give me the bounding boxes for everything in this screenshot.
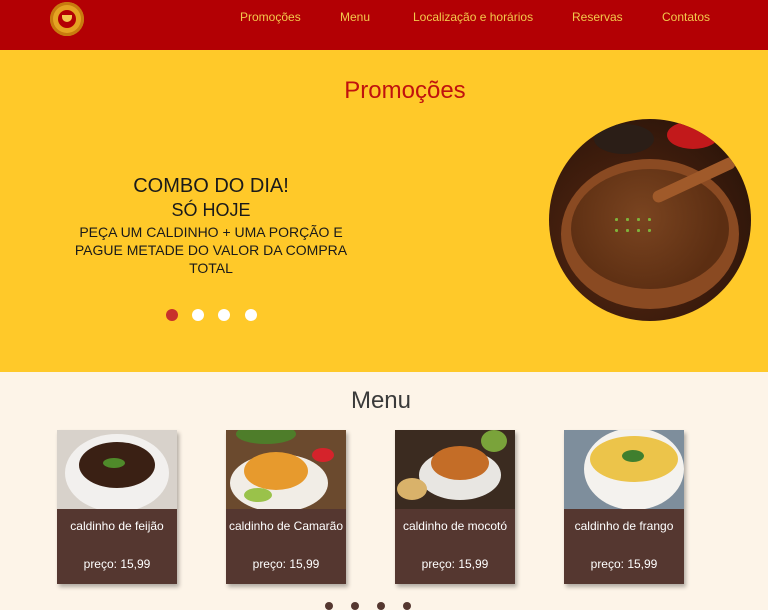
combo-title: COMBO DO DIA!	[133, 175, 289, 197]
promo-section: Promoções COMBO DO DIA! SÓ HOJE PEÇA UM …	[0, 50, 768, 372]
chili-bowl	[667, 121, 719, 149]
nav-link-menu[interactable]: Menu	[340, 10, 370, 24]
menu-item-name: caldinho de mocotó	[402, 519, 508, 533]
carousel-dot-2[interactable]	[192, 309, 204, 321]
nav-link-contatos[interactable]: Contatos	[662, 10, 710, 24]
menu-item-price: preço: 15,99	[83, 557, 151, 571]
restaurant-logo-icon[interactable]	[50, 2, 84, 36]
lime-slice	[244, 488, 272, 502]
herb-garnish	[611, 214, 655, 236]
mocoto-soup-image	[395, 430, 515, 509]
feijao-garnish	[103, 458, 125, 468]
frango-garnish	[622, 450, 644, 462]
menu-dot[interactable]	[377, 602, 385, 610]
combo-text: PEÇA UM CALDINHO + UMA PORÇÃO E PAGUE ME…	[74, 224, 348, 276]
menu-item-name: caldinho de feijão	[70, 519, 164, 533]
camarao-soup-image	[226, 430, 346, 509]
menu-item-price: preço: 15,99	[252, 557, 320, 571]
combo-subtitle: SÓ HOJE	[171, 200, 251, 220]
mocoto-soup	[431, 446, 489, 480]
menu-card-feijao[interactable]: caldinho de feijão preço: 15,99	[57, 430, 177, 584]
carousel-dot-4[interactable]	[245, 309, 257, 321]
herbs	[236, 430, 296, 444]
menu-card-camarao[interactable]: caldinho de Camarão preço: 15,99	[226, 430, 346, 584]
menu-carousel-dots	[325, 600, 415, 610]
menu-item-price: preço: 15,99	[590, 557, 658, 571]
carousel-dot-1[interactable]	[166, 309, 178, 321]
nav-link-promocoes[interactable]: Promoções	[240, 10, 301, 24]
carousel-dot-3[interactable]	[218, 309, 230, 321]
camarao-soup	[244, 452, 308, 490]
croutons	[397, 478, 427, 500]
promo-title: Promoções	[344, 77, 466, 104]
nav-link-localizacao[interactable]: Localização e horários	[413, 10, 533, 24]
tomato-bowl	[312, 448, 334, 462]
menu-item-name: caldinho de frango	[574, 519, 674, 533]
menu-dot[interactable]	[403, 602, 411, 610]
menu-card-mocoto[interactable]: caldinho de mocotó preço: 15,99	[395, 430, 515, 584]
promo-slide: COMBO DO DIA! SÓ HOJE PEÇA UM CALDINHO +…	[70, 174, 352, 277]
herb-bowl	[481, 430, 507, 452]
menu-title: Menu	[350, 387, 412, 414]
menu-item-price: preço: 15,99	[421, 557, 489, 571]
peppercorn-bowl	[594, 124, 654, 154]
menu-dot[interactable]	[325, 602, 333, 610]
menu-dot[interactable]	[351, 602, 359, 610]
menu-item-name: caldinho de Camarão	[228, 519, 344, 533]
promo-soup-image	[549, 119, 751, 321]
nav-link-reservas[interactable]: Reservas	[572, 10, 623, 24]
menu-card-frango[interactable]: caldinho de frango preço: 15,99	[564, 430, 684, 584]
frango-soup-image	[564, 430, 684, 509]
site-header: Promoções Menu Localização e horários Re…	[0, 0, 768, 50]
feijao-soup-image	[57, 430, 177, 509]
